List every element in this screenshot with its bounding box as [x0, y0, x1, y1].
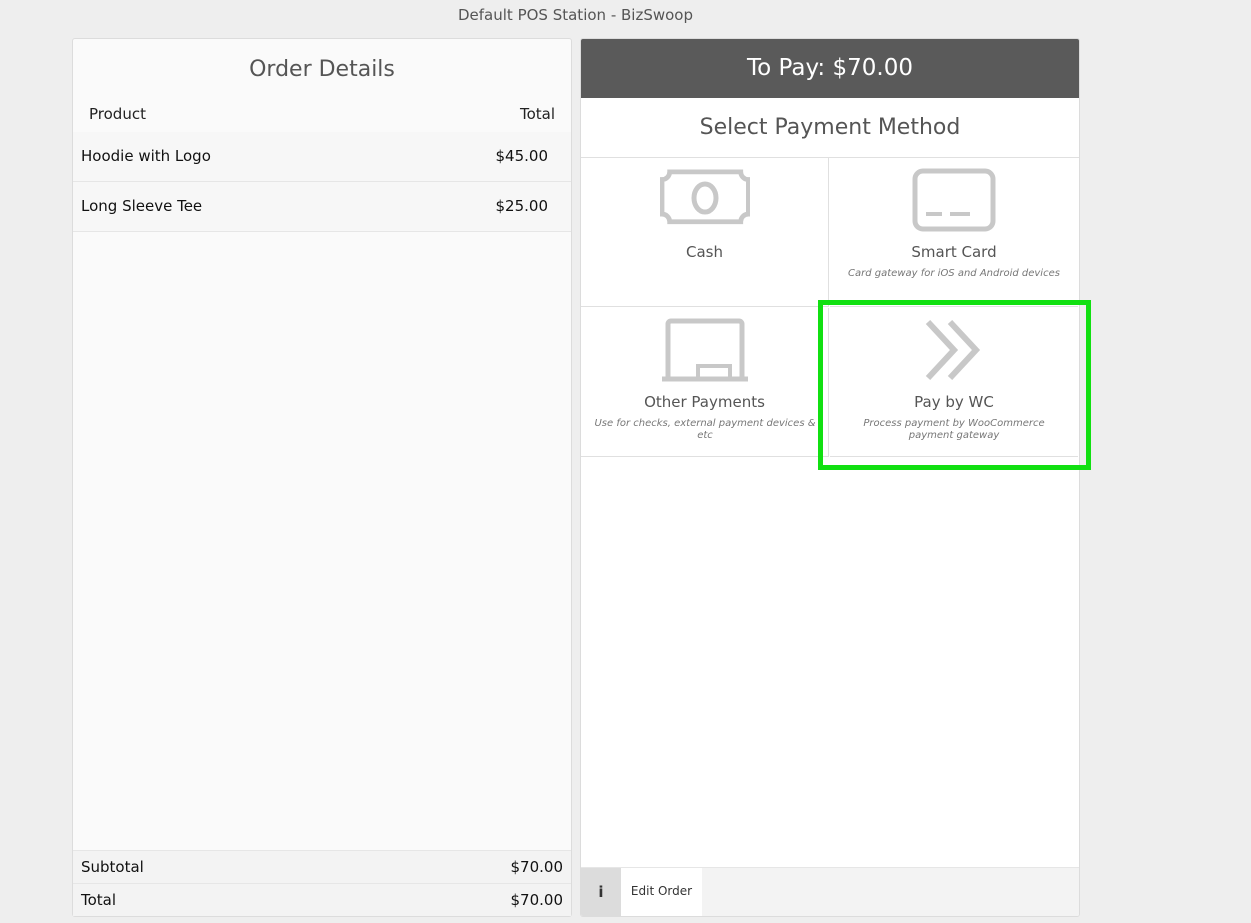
- payment-method-name: Other Payments: [644, 393, 765, 411]
- order-item-price: $25.00: [495, 197, 549, 215]
- product-column-label: Product: [89, 105, 146, 123]
- window-title: Default POS Station - BizSwoop: [458, 6, 693, 24]
- payment-panel: To Pay: $70.00 Select Payment Method Cas…: [580, 38, 1080, 917]
- payment-method-pay-by-wc[interactable]: Pay by WC Process payment by WooCommerce…: [830, 308, 1078, 457]
- payment-method-description: Process payment by WooCommerce payment g…: [863, 418, 1045, 441]
- order-item-row[interactable]: Long Sleeve Tee $25.00: [73, 182, 571, 232]
- order-item-name: Hoodie with Logo: [81, 147, 211, 165]
- order-item-name: Long Sleeve Tee: [81, 197, 203, 215]
- order-details-title: Order Details: [249, 57, 395, 82]
- payment-method-cash[interactable]: Cash: [581, 158, 829, 307]
- subtotal-label: Subtotal: [81, 858, 144, 876]
- edit-order-button[interactable]: Edit Order: [621, 868, 702, 916]
- total-row: Total $70.00: [73, 883, 571, 916]
- payment-method-name: Cash: [686, 243, 723, 261]
- total-value: $70.00: [510, 891, 564, 909]
- smart-card-icon: [830, 168, 1078, 234]
- select-payment-method-title: Select Payment Method: [581, 98, 1079, 158]
- order-item-price: $45.00: [495, 147, 549, 165]
- order-details-panel: Order Details Product Total Hoodie with …: [72, 38, 572, 917]
- order-items-list: Hoodie with Logo $45.00 Long Sleeve Tee …: [73, 132, 571, 232]
- payment-method-smart-card[interactable]: Smart Card Card gateway for iOS and Andr…: [830, 158, 1078, 307]
- total-label: Total: [81, 891, 117, 909]
- order-totals: Subtotal $70.00 Total $70.00: [73, 850, 571, 916]
- total-column-label: Total: [519, 105, 555, 123]
- payment-bottom-bar: i Edit Order: [581, 867, 1079, 916]
- subtotal-row: Subtotal $70.00: [73, 850, 571, 883]
- order-item-row[interactable]: Hoodie with Logo $45.00: [73, 132, 571, 182]
- order-column-header: Product Total: [73, 103, 571, 129]
- payment-methods-grid: Cash Smart Card Card gateway for iOS and…: [581, 158, 1079, 458]
- payment-method-name: Pay by WC: [914, 393, 994, 411]
- cash-icon: [581, 168, 828, 234]
- payment-method-name: Smart Card: [911, 243, 997, 261]
- payment-method-other[interactable]: Other Payments Use for checks, external …: [581, 308, 829, 457]
- info-button[interactable]: i: [581, 868, 621, 916]
- payment-method-description: Use for checks, external payment devices…: [594, 418, 816, 441]
- subtotal-value: $70.00: [510, 858, 564, 876]
- double-chevron-right-icon: [830, 318, 1078, 384]
- payment-method-description: Card gateway for iOS and Android devices: [848, 268, 1060, 279]
- terminal-icon: [581, 318, 828, 384]
- to-pay-header: To Pay: $70.00: [581, 39, 1079, 98]
